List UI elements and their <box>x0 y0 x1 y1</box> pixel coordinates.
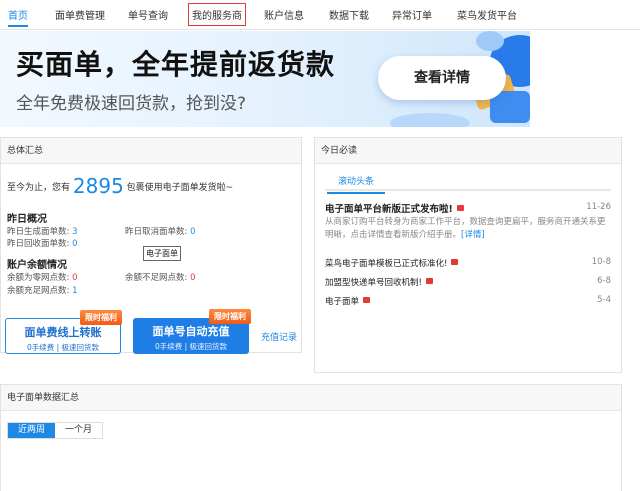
promo-title: 面单号自动充值 <box>152 325 230 338</box>
banner-subtitle: 全年免费极速回货款，抢到没? <box>16 94 247 114</box>
auto-recharge-button[interactable]: 限时福利 面单号自动充值 0手续费 | 极速回货款 <box>133 309 251 354</box>
tab-two-weeks[interactable]: 近两周 <box>8 423 56 438</box>
hot-icon <box>363 297 371 303</box>
nav-waybill-fee[interactable]: 面单费管理 <box>55 7 105 22</box>
package-count-line: 至今为止，您有 2895 包裹使用电子面单发货啦~ <box>7 174 233 198</box>
sufficient-balance-sites: 余额充足网点数: 1 <box>7 286 78 296</box>
nav-account-info[interactable]: 账户信息 <box>264 7 304 22</box>
zero-balance-sites: 余额为零网点数: 0 <box>7 273 78 283</box>
news-item[interactable]: 菜鸟电子面单模板已正式标准化! <box>325 257 459 269</box>
news-item[interactable]: 加盟型快递单号回收机制! <box>325 276 433 288</box>
nav-data-download[interactable]: 数据下载 <box>329 7 369 22</box>
yesterday-overview-title: 昨日概况 <box>7 214 47 225</box>
yesterday-recycled: 昨日回收面单数: 0 <box>7 239 78 249</box>
top-nav: 首页 面单费管理 单号查询 我的服务商 账户信息 数据下载 异常订单 菜鸟发货平… <box>0 0 640 30</box>
low-balance-sites: 余额不足网点数: 0 <box>125 273 196 283</box>
package-count: 2895 <box>72 174 124 198</box>
period-tabs: 近两周 一个月 <box>7 422 104 439</box>
headline-description: 从商家订购平台转身为商家工作平台，数据查询更扁平，服务商开通关系更明晰，点击详情… <box>325 217 606 240</box>
news-tabs: 滚动头条 <box>325 171 611 194</box>
promo-banner[interactable]: 买面单，全年提前返货款 全年免费极速回货款，抢到没? 查看详情 <box>0 31 530 127</box>
balance-title: 账户余额情况 <box>7 260 67 271</box>
banner-title: 买面单，全年提前返货款 <box>16 48 336 81</box>
nav-my-providers[interactable]: 我的服务商 <box>188 3 246 26</box>
nav-tracking-query[interactable]: 单号查询 <box>128 7 168 22</box>
nav-home[interactable]: 首页 <box>8 7 28 27</box>
hot-icon <box>451 259 459 265</box>
headline-link[interactable]: 电子面单平台新版正式发布啦! <box>325 201 464 215</box>
promo-title: 面单费线上转账 <box>24 326 102 339</box>
news-date: 5-4 <box>597 295 611 305</box>
tab-scrolling-headlines[interactable]: 滚动头条 <box>327 174 386 194</box>
view-details-button[interactable]: 查看详情 <box>378 56 506 100</box>
panel-title: 今日必读 <box>315 138 621 164</box>
recharge-record-link[interactable]: 充值记录 <box>261 330 297 343</box>
tooltip: 电子面单 <box>143 246 181 261</box>
promo-subtitle: 0手续费 | 极速回货款 <box>26 343 100 352</box>
yesterday-cancelled: 昨日取消面单数: 0 <box>125 227 196 237</box>
panel-title: 电子面单数据汇总 <box>1 385 621 411</box>
count-prefix: 至今为止，您有 <box>7 183 71 193</box>
limited-offer-badge: 限时福利 <box>80 310 122 325</box>
overall-summary-panel: 总体汇总 至今为止，您有 2895 包裹使用电子面单发货啦~ 昨日概况 昨日生成… <box>0 137 302 354</box>
details-link[interactable]: [详情] <box>461 230 485 240</box>
online-transfer-button[interactable]: 限时福利 面单费线上转账 0手续费 | 极速回货款 <box>5 310 122 354</box>
news-item[interactable]: 电子面单 <box>325 295 371 307</box>
limited-offer-badge: 限时福利 <box>209 309 251 324</box>
headline-date: 11-26 <box>586 202 611 212</box>
promo-subtitle: 0手续费 | 极速回货款 <box>154 342 228 351</box>
daily-reading-panel: 今日必读 滚动头条 电子面单平台新版正式发布啦! 11-26 从商家订购平台转身… <box>314 137 622 373</box>
hot-icon <box>456 205 464 211</box>
nav-cainiao-shipping[interactable]: 菜鸟发货平台 <box>457 7 517 22</box>
news-date: 6-8 <box>597 276 611 286</box>
yesterday-generated: 昨日生成面单数: 3 <box>7 227 78 237</box>
panel-title: 总体汇总 <box>1 138 301 164</box>
news-date: 10-8 <box>591 257 611 267</box>
tab-one-month[interactable]: 一个月 <box>55 423 103 438</box>
nav-exception-orders[interactable]: 异常订单 <box>392 7 432 22</box>
hot-icon <box>425 278 433 284</box>
waybill-data-summary-panel: 电子面单数据汇总 近两周 一个月 <box>0 384 622 491</box>
count-suffix: 包裹使用电子面单发货啦~ <box>126 183 234 193</box>
